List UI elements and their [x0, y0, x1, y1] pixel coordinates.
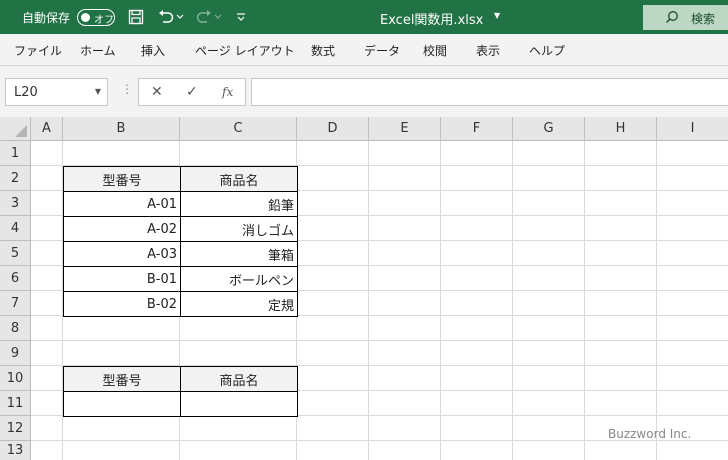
table-cell-product[interactable]: 筆箱 [181, 242, 298, 267]
gridline [512, 141, 513, 460]
row-header-10[interactable]: 10 [0, 366, 31, 391]
undo-dropdown-icon[interactable] [175, 7, 185, 27]
title-dropdown-icon[interactable]: ▼ [494, 11, 500, 20]
redo-dropdown-icon[interactable] [213, 7, 223, 27]
name-box-value: L20 [14, 85, 38, 100]
table-cell-model[interactable]: A-02 [64, 217, 181, 242]
gridline [368, 141, 369, 460]
name-box-dropdown-icon[interactable]: ▼ [95, 87, 101, 96]
gridline [584, 141, 585, 460]
table-cell-model[interactable]: B-01 [64, 267, 181, 292]
tab-insert[interactable]: 挿入 [141, 42, 165, 59]
row-header-6[interactable]: 6 [0, 266, 31, 291]
column-header-f[interactable]: F [441, 117, 513, 141]
lookup-header-model[interactable]: 型番号 [64, 367, 181, 392]
lookup-header-product[interactable]: 商品名 [181, 367, 298, 392]
select-all-triangle [15, 125, 27, 137]
row-header-7[interactable]: 7 [0, 291, 31, 316]
table-cell-model[interactable]: B-02 [64, 292, 181, 317]
customize-toolbar-icon[interactable] [234, 7, 248, 27]
table-cell-model[interactable]: A-01 [64, 192, 181, 217]
toggle-knob [81, 13, 90, 22]
tab-help[interactable]: ヘルプ [529, 42, 565, 59]
worksheet-grid: A B C D E F G H I 1 2 3 4 5 6 7 8 9 10 1… [0, 117, 728, 460]
select-all-button[interactable] [0, 117, 31, 141]
column-header-e[interactable]: E [369, 117, 441, 141]
row-header-12[interactable]: 12 [0, 416, 31, 441]
row-header-4[interactable]: 4 [0, 216, 31, 241]
row-header-11[interactable]: 11 [0, 391, 31, 416]
column-header-h[interactable]: H [585, 117, 657, 141]
row-header-1[interactable]: 1 [0, 141, 31, 166]
formula-bar: L20 ▼ ⋮ ✕ ✓ fx [0, 66, 728, 117]
lookup-result-product[interactable] [181, 392, 298, 417]
table-header-model[interactable]: 型番号 [64, 167, 181, 192]
ribbon-tabs: ファイル ホーム 挿入 ページ レイアウト 数式 データ 校閲 表示 ヘルプ [0, 34, 728, 66]
search-label: 検索 [691, 12, 716, 26]
row-header-2[interactable]: 2 [0, 166, 31, 191]
autosave-label: 自動保存 [22, 11, 71, 25]
tab-view[interactable]: 表示 [476, 42, 500, 59]
table-cell-product[interactable]: 定規 [181, 292, 298, 317]
name-box[interactable]: L20 ▼ [5, 78, 108, 106]
row-header-13[interactable]: 13 [0, 441, 31, 460]
tab-formulas[interactable]: 数式 [311, 42, 335, 59]
gridline [31, 340, 728, 341]
undo-icon[interactable] [156, 7, 176, 27]
row-header-5[interactable]: 5 [0, 241, 31, 266]
table-cell-product[interactable]: 消しゴム [181, 217, 298, 242]
table-cell-product[interactable]: ボールペン [181, 267, 298, 292]
title-bar: 自動保存 オフ Excel関数用.xlsx ▼ 検索 [0, 0, 728, 34]
enter-check-icon[interactable]: ✓ [186, 84, 198, 100]
search-icon [665, 10, 679, 27]
lookup-input-model[interactable] [64, 392, 181, 417]
row-header-8[interactable]: 8 [0, 316, 31, 341]
table-cell-product[interactable]: 鉛筆 [181, 192, 298, 217]
insert-function-icon[interactable]: fx [222, 85, 233, 99]
column-header-b[interactable]: B [63, 117, 180, 141]
cancel-icon[interactable]: ✕ [151, 84, 163, 100]
table-cell-model[interactable]: A-03 [64, 242, 181, 267]
row-header-9[interactable]: 9 [0, 341, 31, 366]
tab-page-layout[interactable]: ページ レイアウト [195, 42, 295, 59]
lookup-table: 型番号 商品名 [63, 366, 298, 417]
redo-icon[interactable] [194, 7, 214, 27]
column-header-d[interactable]: D [297, 117, 369, 141]
tab-data[interactable]: データ [364, 42, 400, 59]
document-title[interactable]: Excel関数用.xlsx [380, 9, 483, 28]
table-header-product[interactable]: 商品名 [181, 167, 298, 192]
formula-input[interactable] [251, 78, 728, 106]
formula-bar-splitter[interactable]: ⋮ [121, 82, 133, 96]
watermark: Buzzword Inc. [608, 427, 692, 441]
column-header-c[interactable]: C [180, 117, 297, 141]
autosave-state: オフ [94, 15, 114, 26]
autosave-toggle[interactable]: オフ [77, 9, 115, 26]
gridline [656, 141, 657, 460]
column-header-g[interactable]: G [513, 117, 585, 141]
search-box[interactable]: 検索 [643, 5, 728, 30]
product-table: 型番号 商品名 A-01 鉛筆 A-02 消しゴム A-03 筆箱 B-01 ボ… [63, 166, 298, 317]
formula-buttons: ✕ ✓ fx [138, 78, 246, 106]
gridline [440, 141, 441, 460]
save-icon[interactable] [126, 7, 146, 27]
row-header-3[interactable]: 3 [0, 191, 31, 216]
column-header-a[interactable]: A [31, 117, 63, 141]
tab-review[interactable]: 校閲 [423, 42, 447, 59]
tab-home[interactable]: ホーム [80, 42, 116, 59]
column-header-i[interactable]: I [657, 117, 728, 141]
tab-file[interactable]: ファイル [14, 42, 62, 59]
